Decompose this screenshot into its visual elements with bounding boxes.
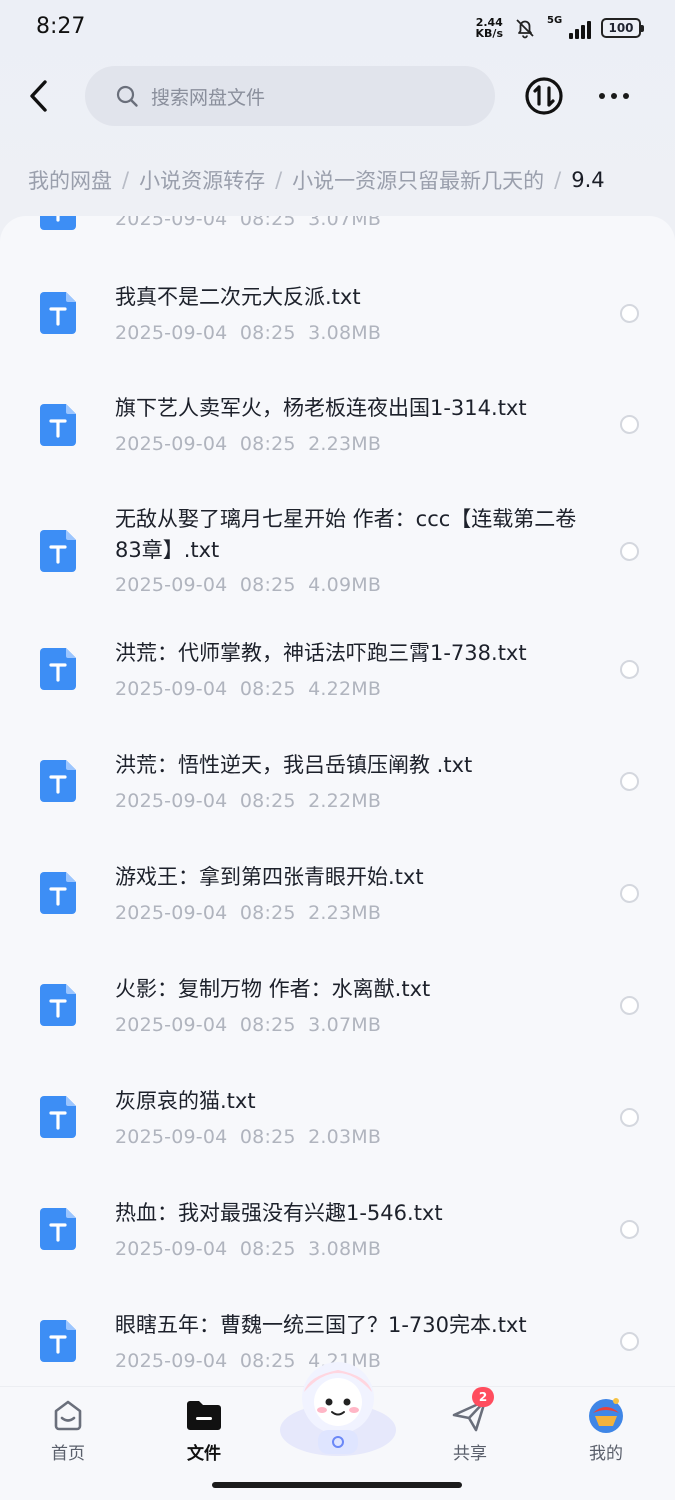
- breadcrumb-separator: /: [275, 168, 283, 192]
- nav-files-label: 文件: [187, 1444, 221, 1464]
- file-name: 热血：我对最强没有兴趣1-546.txt: [115, 1201, 443, 1225]
- txt-file-icon: [40, 984, 76, 1026]
- file-name: 火影：复制万物 作者：水离猷.txt: [115, 977, 431, 1001]
- file-row[interactable]: 2025-09-04 08:25 3.07MB: [0, 216, 675, 264]
- file-meta: 2025-09-04 08:25 2.22MB: [115, 790, 382, 812]
- dot-icon: [623, 93, 629, 99]
- file-meta: 2025-09-04 08:25 4.09MB: [115, 574, 382, 596]
- txt-file-icon: [40, 648, 76, 690]
- search-icon: [116, 85, 138, 107]
- file-name: 旗下艺人卖军火，杨老板连夜出国1-314.txt: [115, 396, 527, 420]
- signal-icon: 5G: [547, 15, 591, 39]
- nav-mine-label: 我的: [589, 1444, 623, 1464]
- nav-share[interactable]: 2 共享: [420, 1387, 520, 1464]
- screen: 8:27 2.44 KB/s 5G 100 搜索网盘文件 我的网盘 / 小说资源…: [0, 0, 675, 1500]
- breadcrumb-separator: /: [122, 168, 130, 192]
- breadcrumb-current: 9.4: [571, 168, 605, 192]
- select-radio[interactable]: [620, 1220, 639, 1239]
- file-name: 眼瞎五年：曹魏一统三国了？1-730完本.txt: [115, 1313, 527, 1337]
- file-row[interactable]: 洪荒：代师掌教，神话法吓跑三霄1-738.txt 2025-09-04 08:2…: [0, 616, 675, 726]
- back-button[interactable]: [18, 72, 58, 120]
- select-radio[interactable]: [620, 1332, 639, 1351]
- select-radio[interactable]: [620, 996, 639, 1015]
- file-row[interactable]: 洪荒：悟性逆天，我吕岳镇压阐教 .txt 2025-09-04 08:25 2.…: [0, 728, 675, 838]
- txt-file-icon: [40, 292, 76, 334]
- home-icon: [54, 1400, 82, 1431]
- net-speed-unit: KB/s: [475, 27, 503, 40]
- file-name: 洪荒：代师掌教，神话法吓跑三霄1-738.txt: [115, 641, 527, 665]
- file-row[interactable]: 旗下艺人卖军火，杨老板连夜出国1-314.txt 2025-09-04 08:2…: [0, 370, 675, 480]
- file-row[interactable]: 灰原哀的猫.txt 2025-09-04 08:25 2.03MB: [0, 1064, 675, 1174]
- file-meta: 2025-09-04 08:25 3.07MB: [115, 1014, 382, 1036]
- txt-file-icon: [40, 760, 76, 802]
- file-meta: 2025-09-04 08:25 2.03MB: [115, 1126, 382, 1148]
- file-meta: 2025-09-04 08:25 3.08MB: [115, 322, 382, 344]
- home-indicator[interactable]: [212, 1482, 462, 1488]
- avatar-icon: [589, 1398, 623, 1433]
- file-row[interactable]: 无敌从娶了璃月七星开始 作者：ccc【连载第二卷83章】.txt 2025-09…: [0, 488, 675, 618]
- share-badge: 2: [472, 1387, 494, 1407]
- nav-files[interactable]: 文件: [154, 1395, 254, 1464]
- search-input[interactable]: 搜索网盘文件: [85, 66, 495, 126]
- file-name: 我真不是二次元大反派.txt: [115, 285, 361, 309]
- file-list: 2025-09-04 08:25 3.07MB 我真不是二次元大反派.txt 2…: [0, 216, 675, 1386]
- transfer-list-icon[interactable]: [524, 76, 564, 116]
- file-row[interactable]: 我真不是二次元大反派.txt 2025-09-04 08:25 3.08MB: [0, 258, 675, 368]
- file-row[interactable]: 热血：我对最强没有兴趣1-546.txt 2025-09-04 08:25 3.…: [0, 1176, 675, 1286]
- nav-share-label: 共享: [453, 1444, 487, 1464]
- search-placeholder: 搜索网盘文件: [151, 86, 266, 109]
- net-speed: 2.44 KB/s: [476, 17, 503, 39]
- breadcrumb-separator: /: [554, 168, 562, 192]
- breadcrumb: 我的网盘 / 小说资源转存 / 小说一资源只留最新几天的 / 9.4: [28, 160, 668, 200]
- status-icons: 2.44 KB/s 5G 100: [476, 15, 644, 40]
- file-row[interactable]: 游戏王：拿到第四张青眼开始.txt 2025-09-04 08:25 2.23M…: [0, 840, 675, 950]
- file-meta: 2025-09-04 08:25 4.22MB: [115, 678, 382, 700]
- breadcrumb-item-subfolder[interactable]: 小说一资源只留最新几天的: [292, 165, 544, 195]
- select-radio[interactable]: [620, 415, 639, 434]
- file-row[interactable]: 火影：复制万物 作者：水离猷.txt 2025-09-04 08:25 3.07…: [0, 952, 675, 1062]
- file-meta: 2025-09-04 08:25 3.07MB: [115, 216, 382, 230]
- select-radio[interactable]: [620, 772, 639, 791]
- txt-file-icon: [40, 404, 76, 446]
- select-radio[interactable]: [620, 304, 639, 323]
- share-icon-wrap: 2: [450, 1387, 494, 1435]
- file-name: 灰原哀的猫.txt: [115, 1089, 256, 1113]
- more-options-button[interactable]: [592, 80, 636, 112]
- txt-file-icon: [40, 1096, 76, 1138]
- file-meta: 2025-09-04 08:25 2.23MB: [115, 902, 382, 924]
- txt-file-icon: [40, 1208, 76, 1250]
- txt-file-icon: [40, 530, 76, 572]
- breadcrumb-item-folder[interactable]: 小说资源转存: [139, 165, 265, 195]
- dot-icon: [599, 93, 605, 99]
- file-meta: 2025-09-04 08:25 3.08MB: [115, 1238, 382, 1260]
- nav-home-label: 首页: [51, 1444, 85, 1464]
- nav-home[interactable]: 首页: [18, 1395, 118, 1464]
- select-radio[interactable]: [620, 884, 639, 903]
- chevron-left-icon: [30, 80, 47, 112]
- select-radio[interactable]: [620, 660, 639, 679]
- file-name: 洪荒：悟性逆天，我吕岳镇压阐教 .txt: [115, 753, 473, 777]
- breadcrumb-item-root[interactable]: 我的网盘: [28, 165, 112, 195]
- folder-icon: [187, 1401, 221, 1430]
- status-bar: 8:27 2.44 KB/s 5G 100: [0, 0, 675, 58]
- txt-file-icon: [40, 216, 76, 230]
- select-radio[interactable]: [620, 542, 639, 561]
- battery-icon: 100: [601, 18, 644, 38]
- dot-icon: [611, 93, 617, 99]
- signal-label: 5G: [547, 15, 563, 26]
- status-time: 8:27: [36, 14, 86, 39]
- assistant-mascot-icon[interactable]: [276, 1352, 400, 1460]
- battery-level: 100: [608, 21, 634, 35]
- txt-file-icon: [40, 872, 76, 914]
- bell-off-icon: [516, 19, 534, 39]
- file-name: 无敌从娶了璃月七星开始 作者：ccc【连载第二卷83章】.txt: [115, 507, 577, 562]
- select-radio[interactable]: [620, 1108, 639, 1127]
- file-meta: 2025-09-04 08:25 2.23MB: [115, 433, 382, 455]
- nav-mine[interactable]: 我的: [556, 1395, 656, 1464]
- txt-file-icon: [40, 1320, 76, 1362]
- top-bar: 搜索网盘文件: [0, 64, 675, 128]
- file-name: 游戏王：拿到第四张青眼开始.txt: [115, 865, 424, 889]
